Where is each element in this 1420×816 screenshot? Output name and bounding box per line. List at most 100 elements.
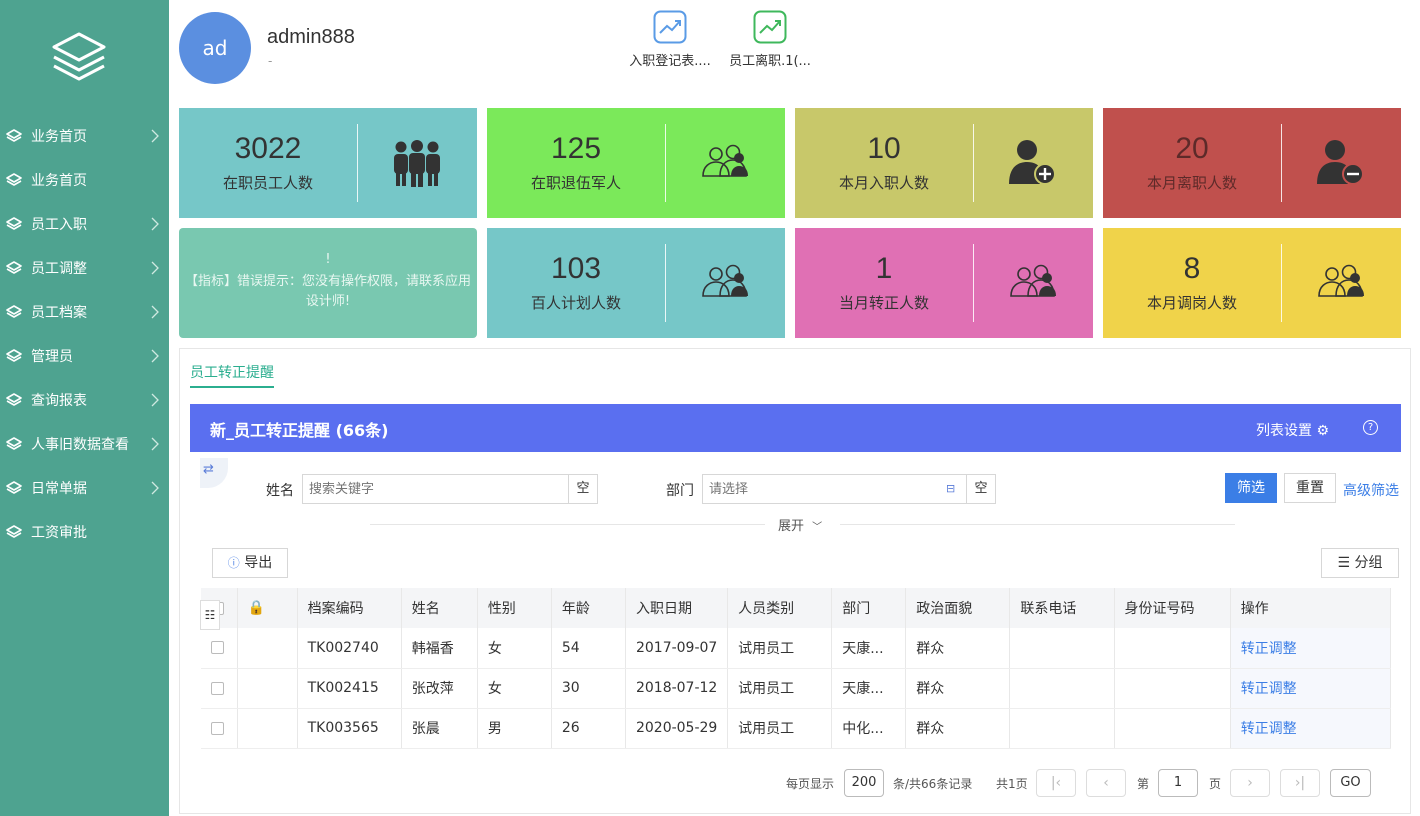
table-cell: 张晨 (401, 708, 478, 749)
layers-icon (6, 173, 22, 187)
column-header[interactable]: 部门 (831, 588, 907, 628)
help-icon[interactable]: ? (1363, 420, 1378, 435)
regularize-adjust-link[interactable]: 转正调整 (1230, 708, 1392, 749)
error-message: 【指标】错误提示：您没有操作权限，请联系应用设计师! (184, 274, 471, 309)
shortcut-label: 员工离职.1(... (729, 54, 811, 69)
export-button[interactable]: ⓘ 导出 (212, 548, 288, 578)
chevron-right-icon (151, 393, 159, 407)
stat-value: 10 (867, 132, 901, 165)
users-outline-icon (695, 138, 755, 188)
table-horizontal-scrollbar[interactable] (201, 748, 1391, 758)
user-add-icon (1003, 138, 1063, 188)
column-header[interactable]: 操作 (1230, 588, 1392, 628)
card-divider (665, 124, 666, 202)
stat-card[interactable]: 3022 在职员工人数 (179, 108, 477, 218)
name-search-input[interactable] (302, 474, 570, 504)
layers-icon (6, 437, 22, 451)
chevron-right-icon (151, 437, 159, 451)
table-cell: 群众 (905, 708, 1011, 749)
column-header[interactable]: 联系电话 (1009, 588, 1115, 628)
sidebar-item[interactable]: 业务首页 (0, 158, 169, 202)
divider (370, 524, 765, 525)
row-select-cell[interactable] (201, 708, 238, 749)
sidebar-item[interactable]: 业务首页 (0, 114, 169, 158)
trend-chart-icon (753, 10, 787, 44)
tree-select-icon[interactable]: ⊟ (946, 482, 955, 495)
regularize-adjust-link[interactable]: 转正调整 (1230, 628, 1392, 669)
row-checkbox[interactable] (211, 681, 224, 695)
next-page-button[interactable]: › (1230, 769, 1270, 797)
table-row[interactable]: TK003565 张晨男 26 2020-05-29 试用员工 中化... 群众 转正调整 (201, 708, 1392, 749)
stat-card[interactable]: 1 当月转正人数 (795, 228, 1093, 338)
stat-label: 本月调岗人数 (1146, 294, 1237, 312)
per-page-input[interactable]: 200 (844, 769, 884, 797)
row-checkbox[interactable] (211, 641, 224, 655)
row-checkbox[interactable] (211, 721, 224, 735)
column-header[interactable]: 政治面貌 (905, 588, 1011, 628)
table-row[interactable]: TK002740 韩福香女 54 2017-09-07 试用员工 天康... 群众 转正调整 (201, 628, 1392, 669)
group-button[interactable]: ☰ 分组 (1321, 548, 1399, 578)
column-header[interactable]: 性别 (477, 588, 552, 628)
stat-value: 125 (550, 132, 602, 165)
prev-page-button[interactable]: ‹ (1086, 769, 1126, 797)
reset-button[interactable]: 重置 (1284, 473, 1336, 503)
page-number-input[interactable]: 1 (1158, 769, 1198, 797)
name-clear-button[interactable]: 空 (568, 474, 598, 504)
stat-card[interactable]: 20 本月离职人数 (1103, 108, 1401, 218)
sidebar-item-label: 员工调整 (31, 261, 87, 277)
column-header[interactable]: 身份证号码 (1114, 588, 1231, 628)
table-cell (1114, 668, 1231, 709)
sidebar-item[interactable]: 查询报表 (0, 378, 169, 422)
sidebar-item[interactable]: 员工入职 (0, 202, 169, 246)
tab-probation-reminder[interactable]: 员工转正提醒 (190, 362, 274, 388)
expand-toggle[interactable]: 展开 ﹀ (778, 515, 822, 534)
table-cell (1009, 668, 1115, 709)
advanced-filter-link[interactable]: 高级筛选 (1343, 480, 1399, 500)
column-header[interactable]: 档案编码 (297, 588, 402, 628)
regularize-adjust-link[interactable]: 转正调整 (1230, 668, 1392, 709)
stat-card[interactable]: 103 百人计划人数 (487, 228, 785, 338)
go-button[interactable]: GO (1330, 769, 1371, 797)
indent-icon[interactable]: ☷ (200, 600, 220, 630)
stat-label: 在职员工人数 (222, 174, 313, 192)
table-cell: 群众 (905, 668, 1011, 709)
group-icon (387, 138, 447, 188)
table-cell (1009, 628, 1115, 669)
column-header[interactable]: 姓名 (401, 588, 478, 628)
shortcut-onboarding-form[interactable]: 入职登记表.... (620, 10, 720, 69)
column-settings-button[interactable]: 列表设置 ⚙ (1256, 420, 1329, 440)
row-select-cell[interactable] (201, 628, 238, 669)
stat-card[interactable]: 10 本月入职人数 (795, 108, 1093, 218)
layers-icon (6, 349, 22, 363)
layers-icon (6, 525, 22, 539)
table-cell: TK002415 (297, 668, 402, 709)
sidebar-item[interactable]: 日常单据 (0, 466, 169, 510)
filter-button[interactable]: 筛选 (1225, 473, 1277, 503)
row-select-cell[interactable] (201, 668, 238, 709)
column-header[interactable]: 入职日期 (625, 588, 729, 628)
row-lock-cell (237, 708, 298, 749)
layers-icon (6, 129, 22, 143)
stat-card[interactable]: 125 在职退伍军人 (487, 108, 785, 218)
sidebar-item[interactable]: 员工档案 (0, 290, 169, 334)
sidebar-item[interactable]: 管理员 (0, 334, 169, 378)
shortcut-resignation[interactable]: 员工离职.1(... (720, 10, 820, 69)
stat-card[interactable]: 8 本月调岗人数 (1103, 228, 1401, 338)
table-row[interactable]: TK002415 张改萍女 30 2018-07-12 试用员工 天康... 群众 转正调整 (201, 668, 1392, 709)
first-page-button[interactable]: |‹ (1036, 769, 1076, 797)
user-subtitle: - (268, 54, 273, 68)
list-title: 新_员工转正提醒 (66条) (210, 421, 389, 440)
dept-select-input[interactable] (702, 474, 968, 504)
sidebar-item[interactable]: 人事旧数据查看 (0, 422, 169, 466)
sidebar-item[interactable]: 员工调整 (0, 246, 169, 290)
chevron-right-icon (151, 261, 159, 275)
table-cell: 30 (551, 668, 626, 709)
sidebar-item[interactable]: 工资审批 (0, 510, 169, 554)
avatar[interactable]: ad (179, 12, 251, 84)
users-outline-icon (695, 258, 755, 308)
dept-clear-button[interactable]: 空 (966, 474, 996, 504)
column-header[interactable]: 年龄 (551, 588, 626, 628)
last-page-button[interactable]: ›| (1280, 769, 1320, 797)
sidebar-item-label: 员工档案 (31, 305, 87, 321)
column-header[interactable]: 人员类别 (727, 588, 833, 628)
